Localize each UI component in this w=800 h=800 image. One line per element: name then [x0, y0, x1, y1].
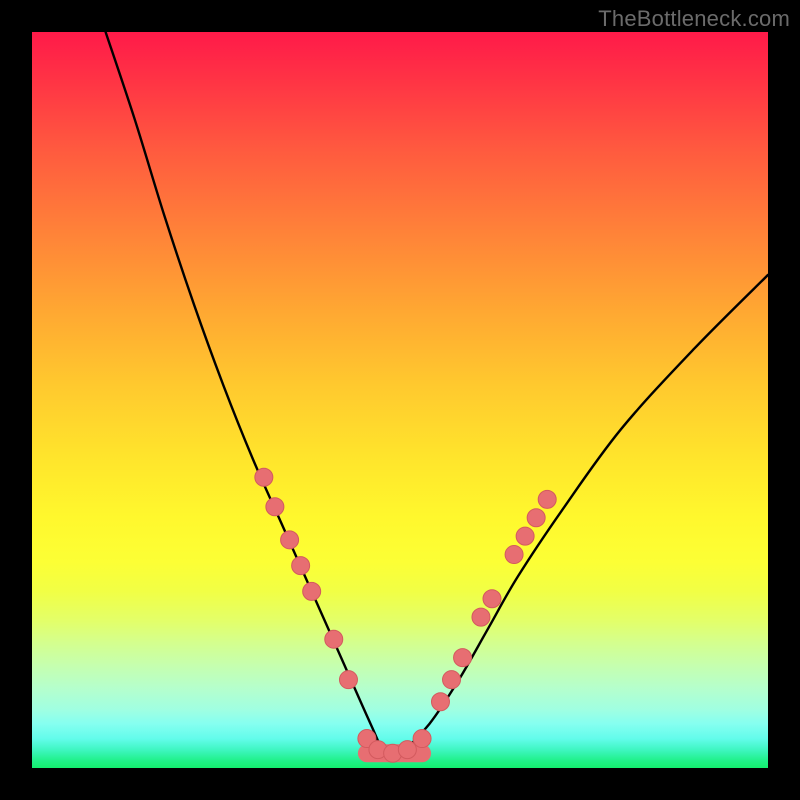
- left-dot-1: [255, 468, 273, 486]
- marker-dots: [255, 468, 556, 762]
- left-dot-2: [266, 498, 284, 516]
- right-dot-5: [483, 590, 501, 608]
- left-dot-3: [281, 531, 299, 549]
- right-dot-8: [527, 509, 545, 527]
- plot-area: [32, 32, 768, 768]
- right-dot-1: [431, 693, 449, 711]
- left-dot-4: [292, 557, 310, 575]
- right-dot-2: [443, 671, 461, 689]
- right-dot-6: [505, 546, 523, 564]
- watermark-text: TheBottleneck.com: [598, 6, 790, 32]
- curve-layer: [32, 32, 768, 768]
- right-dot-9: [538, 490, 556, 508]
- valley-5: [413, 730, 431, 748]
- left-dot-6: [325, 630, 343, 648]
- right-dot-4: [472, 608, 490, 626]
- valley-4: [398, 741, 416, 759]
- bottleneck-curve: [106, 32, 768, 757]
- right-dot-7: [516, 527, 534, 545]
- right-dot-3: [454, 649, 472, 667]
- left-dot-5: [303, 582, 321, 600]
- chart-frame: TheBottleneck.com: [0, 0, 800, 800]
- left-dot-7: [339, 671, 357, 689]
